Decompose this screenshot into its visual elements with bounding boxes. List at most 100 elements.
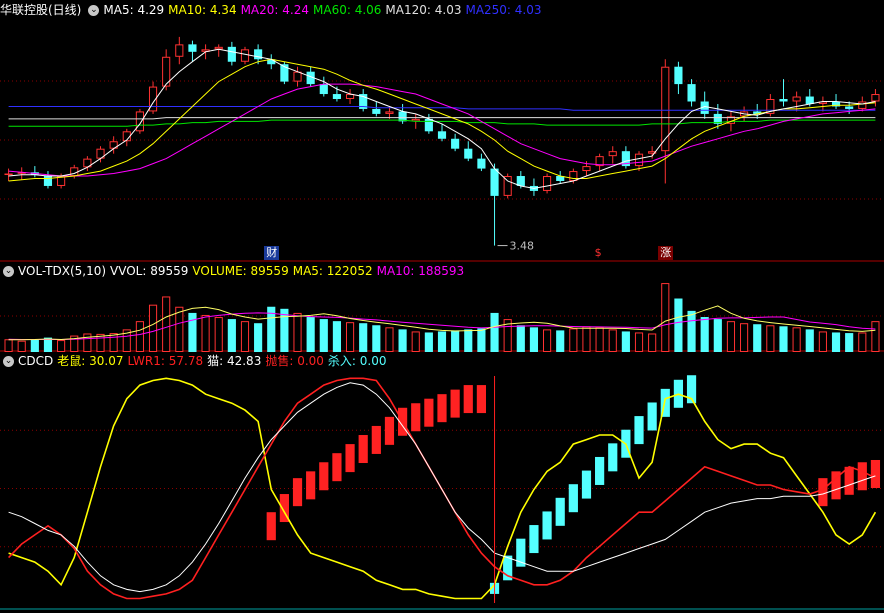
volume-bar: [162, 296, 171, 353]
event-marker[interactable]: 财: [264, 246, 280, 260]
candle-body: [464, 148, 473, 159]
paoshou-bar: [345, 444, 355, 473]
volume-bar: [424, 332, 433, 352]
candle-body: [424, 118, 433, 132]
volume-bar: [96, 333, 105, 353]
paoshou-bar: [857, 462, 867, 491]
candle: [621, 146, 630, 169]
sharu-bar: [555, 497, 565, 526]
candle-body: [332, 94, 341, 100]
volume-bar: [109, 333, 118, 352]
chevron-down-icon[interactable]: ⌄: [3, 356, 14, 367]
candle-body: [858, 101, 867, 109]
volume-bar: [608, 329, 617, 352]
legend-value: 4.24: [282, 3, 309, 17]
volume-bar: [175, 306, 184, 352]
volume-bar: [726, 321, 736, 352]
event-marker[interactable]: $: [593, 246, 604, 260]
sharu-bar: [595, 456, 605, 485]
candle-body: [805, 96, 814, 104]
candle: [175, 36, 184, 65]
candle: [372, 101, 381, 117]
sharu-bar: [542, 511, 552, 540]
volume-bar: [661, 283, 670, 353]
candle: [700, 91, 709, 119]
candle-body: [871, 94, 880, 102]
main-panel-legend: 华联控股(日线) ⌄ MA5: 4.29 MA10: 4.34 MA20: 4.24 MA…: [0, 1, 550, 19]
indicator-title: CDCD: [18, 354, 54, 368]
paoshou-bar: [371, 425, 381, 454]
volume-bar: [345, 322, 355, 352]
chart-canvas: 3.48: [0, 36, 884, 610]
chevron-down-icon[interactable]: ⌄: [88, 5, 100, 16]
candle-body: [4, 173, 13, 176]
volume-bar: [700, 317, 709, 352]
candle-body: [490, 168, 499, 196]
candle: [345, 89, 355, 104]
volume-bar: [451, 330, 460, 352]
candle: [818, 96, 827, 112]
low-price-label: 3.48: [510, 240, 535, 253]
volume-bar: [713, 319, 722, 352]
sharu-bar: [581, 470, 592, 499]
candle: [148, 81, 158, 114]
volume-bar: [254, 323, 263, 352]
legend-value: 89559: [150, 264, 189, 278]
volume-bar: [871, 321, 880, 352]
volume-bar: [543, 329, 552, 352]
candle: [490, 163, 499, 246]
candle: [4, 168, 13, 181]
legend-item: VOLUME: 89559: [192, 264, 289, 278]
ma250-line: [8, 106, 876, 111]
candle: [595, 153, 604, 172]
candle-body: [792, 96, 801, 102]
legend-value: 122052: [326, 264, 373, 278]
candle: [543, 173, 552, 194]
volume-bar: [529, 327, 539, 352]
paoshou-bar: [358, 435, 368, 464]
volume-bar: [188, 312, 197, 352]
volume-legend-items: VVOL: 89559 VOLUME: 89559 MA5: 122052 MA10:…: [110, 264, 468, 278]
volume-bar: [674, 298, 683, 352]
volume-bar: [818, 331, 827, 352]
volume-bar: [490, 312, 499, 352]
volume-bar: [293, 312, 302, 352]
legend-value: 4.29: [137, 3, 165, 17]
candle-body: [845, 106, 854, 109]
sharu-bar: [568, 484, 578, 513]
candle: [477, 153, 486, 172]
volume-bar: [516, 325, 525, 352]
paoshou-bar: [844, 466, 854, 495]
candle: [608, 146, 617, 164]
sharu-bar: [634, 416, 644, 445]
candle-body: [175, 44, 184, 57]
candle: [30, 166, 39, 178]
candle-body: [543, 176, 552, 191]
volume-bar: [740, 323, 749, 353]
candle: [188, 40, 197, 62]
legend-value: 89559: [250, 264, 289, 278]
candle: [871, 89, 880, 107]
candle: [451, 133, 460, 152]
volume-bar: [201, 314, 210, 353]
volume-bar: [858, 332, 867, 353]
candle-body: [687, 84, 696, 102]
volume-bar: [766, 325, 775, 352]
stock-title: 华联控股(日线): [0, 3, 82, 17]
event-marker[interactable]: 涨: [658, 246, 674, 260]
candle: [240, 46, 250, 65]
paoshou-bar: [306, 471, 316, 500]
volume-bar: [779, 326, 788, 352]
candle-body: [477, 158, 486, 169]
paoshou-bar: [332, 453, 342, 482]
sharu-bar: [647, 402, 657, 431]
volume-bar: [4, 339, 13, 353]
volume-bar: [227, 319, 236, 352]
chevron-down-icon[interactable]: ⌄: [3, 266, 14, 277]
candle: [674, 61, 683, 95]
candle-body: [674, 66, 683, 85]
volume-bar: [805, 329, 814, 352]
volume-bar: [332, 321, 341, 352]
paoshou-bar: [463, 385, 473, 414]
legend-value: 30.07: [89, 354, 124, 368]
